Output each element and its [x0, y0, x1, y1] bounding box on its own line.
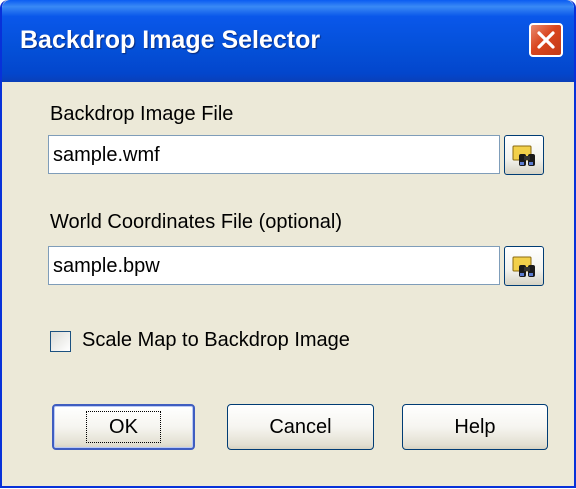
backdrop-file-input[interactable]: sample.wmf	[48, 135, 500, 174]
dialog-window: Backdrop Image Selector Backdrop Image F…	[0, 0, 576, 488]
close-button[interactable]	[529, 23, 563, 57]
close-icon	[537, 31, 555, 49]
window-title: Backdrop Image Selector	[20, 26, 321, 54]
scale-map-checkbox[interactable]	[50, 331, 71, 352]
binoculars-icon	[512, 256, 535, 277]
world-file-input[interactable]: sample.bpw	[48, 246, 500, 285]
help-button[interactable]: Help	[402, 404, 548, 450]
dialog-body: Backdrop Image File sample.wmf World Coo…	[2, 82, 574, 486]
browse-backdrop-button[interactable]	[504, 135, 544, 175]
scale-map-label[interactable]: Scale Map to Backdrop Image	[82, 329, 350, 352]
ok-button[interactable]: OK	[52, 404, 195, 450]
world-file-label: World Coordinates File (optional)	[50, 211, 342, 233]
title-bar[interactable]: Backdrop Image Selector	[2, 0, 574, 82]
ok-button-label: OK	[86, 411, 161, 443]
backdrop-file-label: Backdrop Image File	[50, 103, 234, 125]
cancel-button[interactable]: Cancel	[227, 404, 374, 450]
binoculars-icon	[512, 145, 535, 166]
browse-world-button[interactable]	[504, 246, 544, 286]
